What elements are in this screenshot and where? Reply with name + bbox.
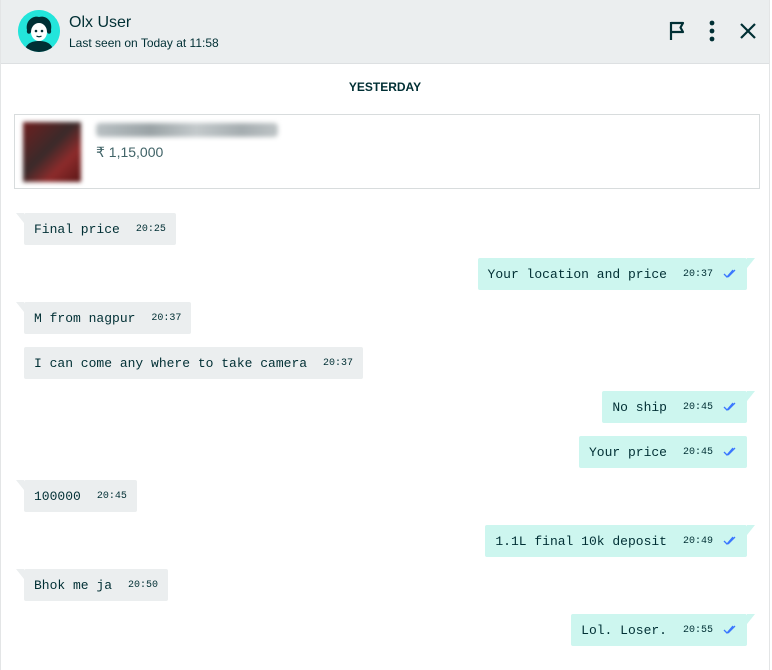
message-text: No ship bbox=[612, 399, 667, 415]
bubble-tail bbox=[16, 569, 24, 579]
read-double-tick-icon bbox=[723, 536, 736, 545]
bubble-tail bbox=[747, 614, 755, 624]
bubble-tail bbox=[747, 525, 755, 535]
message-text: Bhok me ja bbox=[34, 577, 113, 593]
read-double-tick-icon bbox=[723, 402, 736, 411]
read-double-tick-icon bbox=[723, 625, 736, 634]
bubble-tail bbox=[16, 302, 24, 312]
message-time: 20:37 bbox=[151, 312, 182, 324]
bubble-tail bbox=[747, 391, 755, 401]
message-bubble-outgoing[interactable]: Your location and price 20:37 bbox=[477, 258, 755, 290]
message-time: 20:25 bbox=[135, 223, 166, 235]
read-double-tick-icon bbox=[723, 269, 736, 278]
message-bubble-incoming[interactable]: 100000 20:45 bbox=[16, 480, 137, 512]
message-bubble-incoming[interactable]: Final price 20:25 bbox=[16, 213, 176, 245]
message-list: Final price 20:25 Your location and pric… bbox=[1, 0, 769, 670]
message-text: Your price bbox=[588, 444, 667, 460]
message-bubble-outgoing[interactable]: Your price 20:45 bbox=[578, 436, 747, 468]
message-time: 20:45 bbox=[682, 401, 713, 413]
message-text: Lol. Loser. bbox=[581, 622, 667, 638]
message-time: 20:49 bbox=[682, 535, 713, 547]
message-text: 1.1L final 10k deposit bbox=[495, 533, 667, 549]
message-time: 20:37 bbox=[682, 268, 713, 280]
message-time: 20:55 bbox=[682, 624, 713, 636]
read-double-tick-icon bbox=[723, 447, 736, 456]
message-time: 20:50 bbox=[128, 579, 159, 591]
message-bubble-outgoing[interactable]: Lol. Loser. 20:55 bbox=[571, 614, 755, 646]
chat-window: Olx User Last seen on Today at 11:58 YES… bbox=[0, 0, 770, 670]
message-bubble-incoming[interactable]: Bhok me ja 20:50 bbox=[16, 569, 169, 601]
message-time: 20:37 bbox=[323, 357, 354, 369]
message-text: 100000 bbox=[34, 488, 81, 504]
message-bubble-outgoing[interactable]: 1.1L final 10k deposit 20:49 bbox=[485, 525, 755, 557]
message-text: I can come any where to take camera bbox=[34, 355, 308, 371]
bubble-tail bbox=[16, 213, 24, 223]
message-text: Final price bbox=[34, 221, 120, 237]
message-time: 20:45 bbox=[682, 446, 713, 458]
message-text: M from nagpur bbox=[34, 310, 136, 326]
message-bubble-incoming[interactable]: M from nagpur 20:37 bbox=[16, 302, 192, 334]
message-bubble-incoming[interactable]: I can come any where to take camera 20:3… bbox=[24, 347, 364, 379]
message-bubble-outgoing[interactable]: No ship 20:45 bbox=[602, 391, 755, 423]
message-text: Your location and price bbox=[487, 266, 667, 282]
bubble-tail bbox=[747, 258, 755, 268]
message-time: 20:45 bbox=[96, 490, 127, 502]
bubble-tail bbox=[16, 480, 24, 490]
